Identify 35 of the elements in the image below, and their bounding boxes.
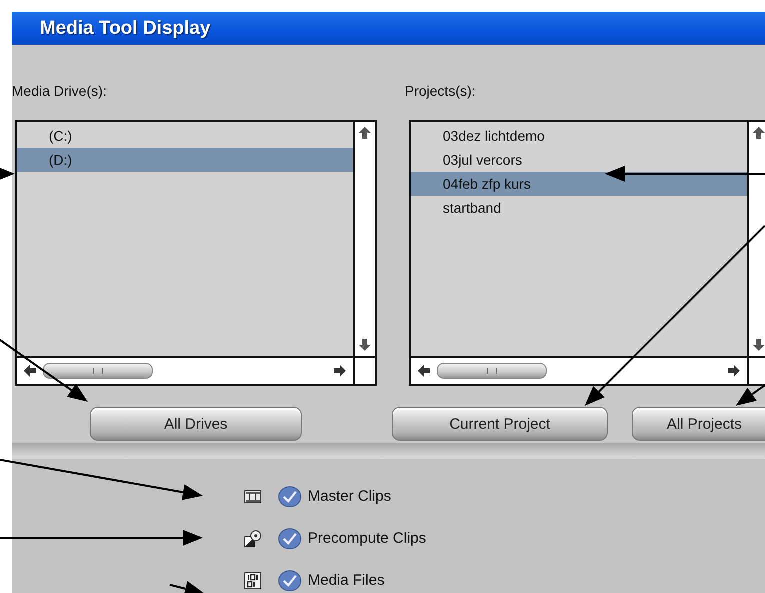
filter-button[interactable]: Current Project	[392, 407, 608, 441]
project-list[interactable]: 03dez lichtdemo 03jul vercors 04feb zfp kurs startband	[409, 120, 765, 386]
drive-list[interactable]: (C:) (D:)	[15, 120, 377, 386]
annotation-arrow	[0, 166, 15, 182]
filter-button[interactable]: All Drives	[90, 407, 302, 441]
list-item[interactable]: (D:)	[17, 148, 353, 172]
option-label: Media Files	[308, 572, 385, 589]
checked-checkbox[interactable]	[278, 486, 302, 508]
projects-label: Projects(s):	[405, 83, 477, 101]
list-item[interactable]: 03dez lichtdemo	[411, 124, 747, 148]
option-label: Master Clips	[308, 488, 392, 505]
checked-checkbox[interactable]	[278, 528, 302, 550]
scroll-thumb[interactable]	[43, 363, 153, 379]
scroll-down-icon[interactable]	[752, 338, 765, 352]
list-item[interactable]: 03jul vercors	[411, 148, 747, 172]
binary-file-icon	[244, 572, 262, 590]
scroll-right-icon[interactable]	[333, 364, 347, 378]
scroll-down-icon[interactable]	[358, 338, 372, 352]
option-label: Precompute Clips	[308, 530, 426, 547]
list-item[interactable]: (C:)	[17, 124, 353, 148]
scroll-thumb[interactable]	[437, 363, 547, 379]
precompute-icon	[244, 530, 262, 548]
checked-checkbox[interactable]	[278, 570, 302, 592]
drives-label: Media Drive(s):	[12, 83, 108, 101]
annotation-arrow	[170, 581, 205, 593]
filter-button[interactable]: All Projects	[632, 407, 765, 441]
list-item[interactable]: 04feb zfp kurs	[411, 172, 747, 196]
scroll-left-icon[interactable]	[417, 364, 431, 378]
scroll-left-icon[interactable]	[23, 364, 37, 378]
scroll-right-icon[interactable]	[727, 364, 741, 378]
film-strip-icon	[244, 488, 262, 506]
scroll-up-icon[interactable]	[752, 126, 765, 140]
scroll-up-icon[interactable]	[358, 126, 372, 140]
list-item[interactable]: startband	[411, 196, 747, 220]
window-title: Media Tool Display	[12, 12, 765, 45]
